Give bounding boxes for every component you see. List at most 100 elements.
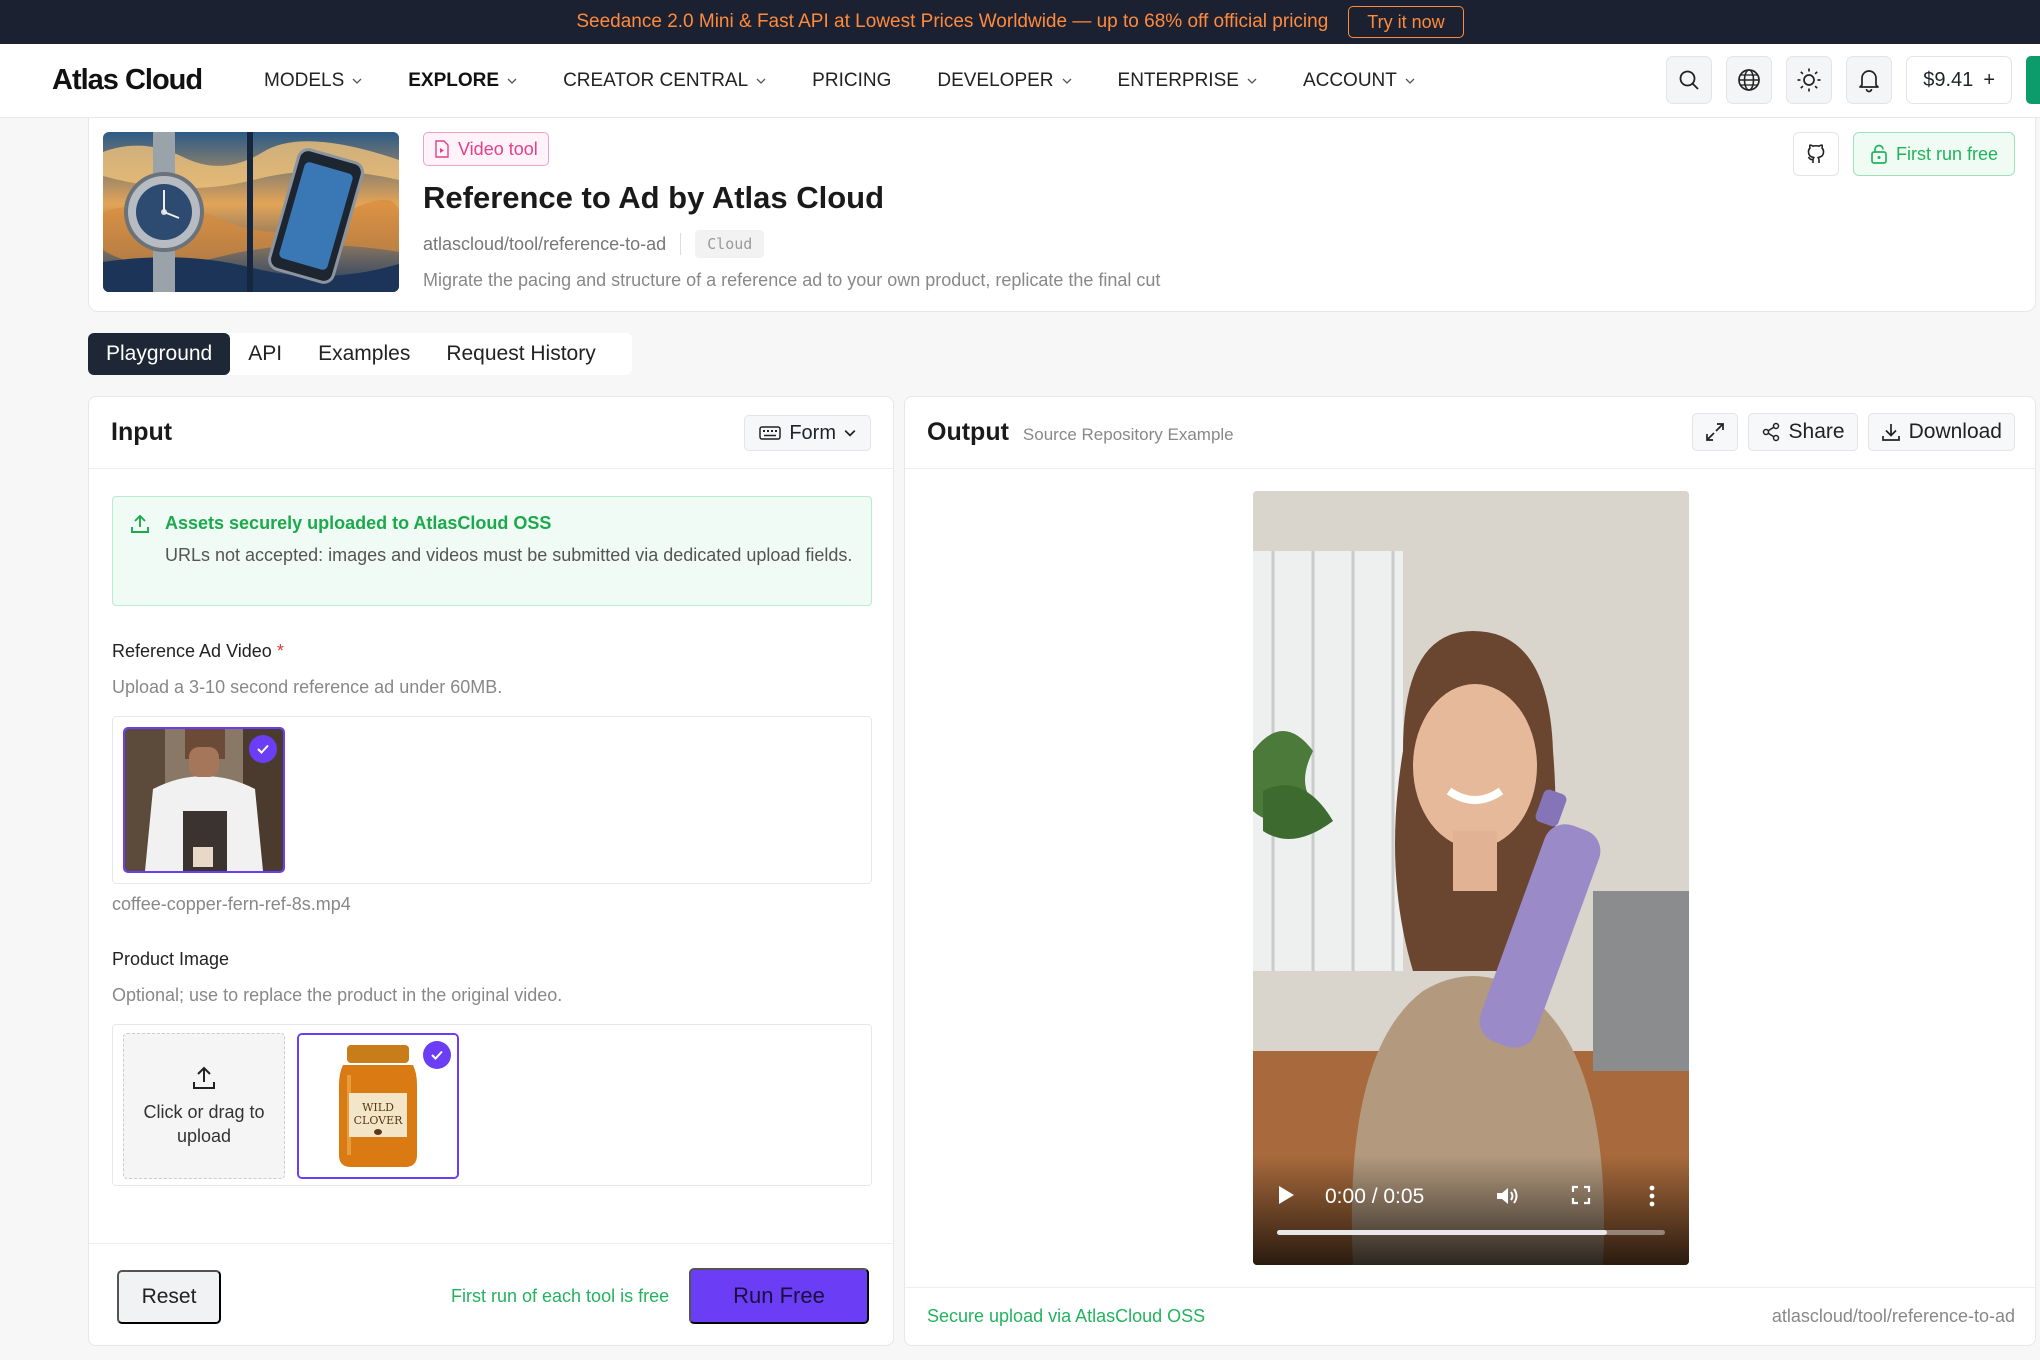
video-controls: 0:00 / 0:05: [1253, 1155, 1689, 1265]
video-progress-fill: [1277, 1230, 1607, 1235]
divider: [680, 233, 682, 255]
volume-icon[interactable]: [1495, 1185, 1521, 1207]
nav-explore[interactable]: EXPLORE: [408, 70, 517, 92]
chevron-down-icon: [507, 78, 517, 84]
nav-enterprise[interactable]: ENTERPRISE: [1118, 70, 1257, 92]
top-nav: Atlas Cloud MODELS EXPLORE CREATOR CENTR…: [0, 44, 2040, 118]
nav-account[interactable]: ACCOUNT: [1303, 70, 1415, 92]
tool-description: Migrate the pacing and structure of a re…: [423, 270, 1161, 290]
tool-thumbnail: [103, 132, 399, 292]
secure-upload-note: Secure upload via AtlasCloud OSS: [927, 1306, 1206, 1326]
selected-check: [249, 735, 277, 763]
input-panel-header: Input Form: [89, 397, 893, 469]
tool-title: Reference to Ad by Atlas Cloud: [423, 180, 885, 215]
thumbnail-image: [103, 132, 399, 292]
output-subtitle: Source Repository Example: [1022, 424, 1234, 444]
language-button[interactable]: [1726, 56, 1773, 104]
nav-enterprise-label: ENTERPRISE: [1117, 70, 1239, 91]
tool-tabs: Playground API Examples Request History: [88, 333, 632, 375]
reference-video-hint: Upload a 3-10 second reference ad under …: [112, 677, 503, 697]
product-image-thumbnail[interactable]: WILD CLOVER: [297, 1033, 459, 1179]
promo-text: Seedance 2.0 Mini & Fast API at Lowest P…: [576, 11, 1329, 32]
product-image-label: Product Image: [112, 949, 230, 969]
fullscreen-button[interactable]: [1691, 413, 1738, 451]
tab-playground[interactable]: Playground: [88, 333, 231, 375]
tab-examples[interactable]: Examples: [300, 333, 428, 375]
nav-developer[interactable]: DEVELOPER: [937, 70, 1071, 92]
nav-creator-label: CREATOR CENTRAL: [563, 70, 749, 91]
nav-creator-central[interactable]: CREATOR CENTRAL: [563, 70, 766, 92]
input-panel: Input Form Assets securely uploaded to A…: [88, 396, 895, 1346]
upload-icon: [131, 514, 149, 533]
output-video-player[interactable]: 0:00 / 0:05: [1253, 491, 1689, 1265]
chevron-down-icon: [756, 78, 766, 84]
nav-developer-label: DEVELOPER: [937, 70, 1054, 91]
balance-button[interactable]: $9.41 +: [1906, 56, 2012, 104]
fullscreen-icon[interactable]: [1571, 1185, 1591, 1205]
nav-actions: $9.41 +: [1666, 56, 2040, 104]
nav-pricing[interactable]: PRICING: [812, 70, 891, 92]
reference-video-dropzone[interactable]: [112, 716, 872, 884]
notice-body: URLs not accepted: images and videos mus…: [165, 545, 853, 565]
output-panel: Output Source Repository Example Share D…: [904, 396, 2037, 1346]
chevron-down-icon: [352, 78, 362, 84]
input-title: Input: [111, 418, 173, 446]
first-run-free-label: First run free: [1895, 143, 1998, 164]
upload-tile[interactable]: Click or drag to upload: [123, 1033, 285, 1179]
cloud-chip: Cloud: [695, 230, 765, 258]
promo-bar: Seedance 2.0 Mini & Fast API at Lowest P…: [0, 0, 2040, 44]
chevron-down-icon: [844, 430, 856, 437]
bell-icon: [1859, 70, 1880, 93]
run-free-button[interactable]: Run Free: [689, 1268, 869, 1324]
tab-request-history[interactable]: Request History: [428, 333, 613, 375]
notifications-button[interactable]: [1846, 56, 1893, 104]
output-title: Output: [927, 418, 1009, 446]
search-icon: [1679, 70, 1699, 90]
nav-account-label: ACCOUNT: [1302, 70, 1397, 91]
output-panel-header: Output Source Repository Example Share D…: [905, 397, 2035, 469]
video-progress-bar[interactable]: [1277, 1230, 1665, 1235]
video-tool-tag: Video tool: [423, 132, 549, 166]
oss-notice: Assets securely uploaded to AtlasCloud O…: [112, 496, 872, 606]
nav-models-label: MODELS: [264, 70, 345, 91]
jar-label-line-1: WILD: [362, 1101, 394, 1114]
form-mode-select[interactable]: Form: [744, 415, 871, 451]
upload-tile-text: Click or drag to upload: [143, 1102, 265, 1146]
download-icon: [1881, 424, 1900, 441]
video-tool-label: Video tool: [458, 138, 538, 159]
free-note: First run of each tool is free: [451, 1286, 670, 1306]
nav-pricing-label: PRICING: [812, 70, 892, 91]
balance-amount: $9.41: [1923, 68, 1974, 91]
video-time: 0:00 / 0:05: [1325, 1185, 1425, 1208]
nav-models[interactable]: MODELS: [264, 70, 362, 92]
check-icon: [257, 744, 269, 754]
try-it-now-button[interactable]: Try it now: [1348, 6, 1464, 38]
first-run-free-button[interactable]: First run free: [1852, 132, 2015, 176]
logo[interactable]: Atlas Cloud: [52, 64, 203, 97]
reset-button[interactable]: Reset: [117, 1270, 221, 1324]
share-button[interactable]: Share: [1747, 413, 1858, 451]
play-icon[interactable]: [1277, 1185, 1295, 1205]
reference-video-thumbnail[interactable]: [123, 727, 285, 873]
globe-icon: [1738, 69, 1761, 91]
download-button[interactable]: Download: [1867, 413, 2015, 451]
selected-check: [423, 1041, 451, 1069]
reference-video-label: Reference Ad Video *: [112, 641, 284, 662]
required-marker: *: [276, 641, 284, 661]
main-menu: MODELS EXPLORE CREATOR CENTRAL PRICING D…: [264, 44, 1461, 118]
theme-toggle-button[interactable]: [1786, 56, 1833, 104]
video-frame: [1253, 491, 1689, 1265]
share-label: Share: [1788, 420, 1845, 443]
github-button[interactable]: [1793, 132, 1839, 176]
more-options-icon[interactable]: [1649, 1185, 1655, 1207]
sign-in-button[interactable]: [2026, 56, 2040, 104]
product-image-dropzone[interactable]: Click or drag to upload WILD CLOVER: [112, 1024, 872, 1186]
download-label: Download: [1908, 420, 2002, 443]
plus-icon: +: [1983, 68, 1995, 91]
reference-video-filename: coffee-copper-fern-ref-8s.mp4: [112, 894, 351, 914]
jar-label-line-2: CLOVER: [354, 1114, 404, 1127]
keyboard-icon: [759, 426, 782, 440]
tab-api[interactable]: API: [230, 333, 300, 375]
search-button[interactable]: [1666, 56, 1713, 104]
file-icon: [435, 140, 449, 158]
